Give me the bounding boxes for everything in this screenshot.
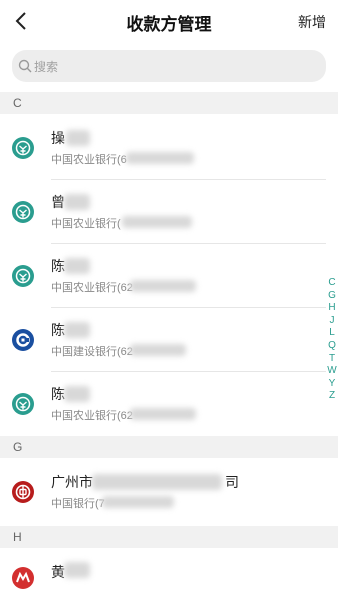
payee-bank: 中国农业银行(	[51, 218, 121, 230]
redacted-name	[64, 258, 90, 274]
redacted-name	[64, 322, 90, 338]
payee-name: 操	[51, 130, 65, 146]
abc-bank-icon	[12, 265, 34, 287]
search-icon	[18, 59, 32, 73]
payee-bank: 中国农业银行(6	[51, 154, 127, 166]
section-letter: G	[13, 440, 23, 454]
payee-row[interactable]: 陈 中国建设银行(62	[0, 308, 338, 372]
redacted-name	[92, 474, 222, 490]
index-letter[interactable]: L	[326, 327, 338, 340]
section-header-c: C	[0, 92, 338, 114]
index-letter[interactable]: T	[326, 353, 338, 366]
payee-row[interactable]: 陈 中国农业银行(62	[0, 372, 338, 436]
payee-row[interactable]: 广州市司 中国银行(7	[0, 460, 338, 524]
add-payee-button[interactable]: 新增	[298, 12, 326, 32]
ccb-bank-icon	[12, 329, 34, 351]
payee-row[interactable]: 曾 中国农业银行(	[0, 180, 338, 244]
payee-bank: 中国农业银行(62	[51, 282, 133, 294]
payee-name: 曾	[51, 194, 65, 210]
redacted-account	[126, 152, 194, 164]
index-letter[interactable]: Y	[326, 378, 338, 391]
abc-bank-icon	[12, 393, 34, 415]
redacted-account	[130, 344, 186, 356]
abc-bank-icon	[12, 137, 34, 159]
payee-name: 陈	[51, 258, 65, 274]
payee-bank: 中国银行(7	[51, 498, 105, 510]
payee-row[interactable]: 陈 中国农业银行(62	[0, 244, 338, 308]
search-input[interactable]: 搜索	[12, 50, 326, 82]
redacted-name	[64, 194, 90, 210]
index-letter[interactable]: Q	[326, 340, 338, 353]
index-letter[interactable]: H	[326, 302, 338, 315]
redacted-account	[122, 216, 192, 228]
redacted-name	[64, 386, 90, 402]
payee-bank: 中国农业银行(62	[51, 410, 133, 422]
cmb-bank-icon	[12, 567, 34, 589]
redacted-name	[66, 130, 90, 146]
payee-name: 陈	[51, 322, 65, 338]
section-header-g: G	[0, 436, 338, 458]
redacted-account	[130, 408, 196, 420]
abc-bank-icon	[12, 201, 34, 223]
section-letter: C	[13, 96, 22, 110]
section-header-h: H	[0, 526, 338, 548]
redacted-account	[130, 280, 196, 292]
index-letter[interactable]: G	[326, 290, 338, 303]
payee-row[interactable]: 黄	[0, 550, 338, 614]
index-letter[interactable]: C	[326, 277, 338, 290]
search-placeholder: 搜索	[34, 60, 59, 74]
payee-bank: 中国建设银行(62	[51, 346, 133, 358]
nav-bar: 收款方管理 新增	[0, 0, 338, 42]
payee-name: 陈	[51, 386, 65, 402]
payee-row[interactable]: 操 中国农业银行(6	[0, 116, 338, 180]
index-letter[interactable]: W	[326, 365, 338, 378]
redacted-name	[64, 562, 90, 578]
alphabet-index[interactable]: C G H J L Q T W Y Z	[326, 277, 338, 403]
index-letter[interactable]: J	[326, 315, 338, 328]
boc-bank-icon	[12, 481, 34, 503]
section-letter: H	[13, 530, 22, 544]
redacted-account	[102, 496, 174, 508]
payee-name: 黄	[51, 564, 65, 580]
page-title: 收款方管理	[126, 15, 212, 34]
index-letter[interactable]: Z	[326, 390, 338, 403]
